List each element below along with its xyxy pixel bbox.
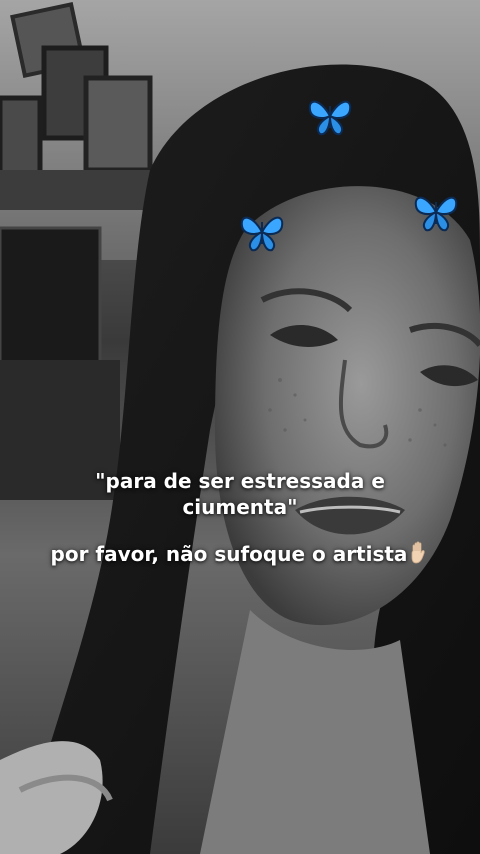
butterfly-icon xyxy=(308,100,352,136)
butterfly-icon xyxy=(414,196,458,232)
caption-plea-text: por favor, não sufoque o artista xyxy=(50,542,408,566)
background-photo xyxy=(0,0,480,854)
butterfly-icon xyxy=(240,216,284,252)
caption-quote: "para de ser estressada e ciumenta" xyxy=(95,469,385,519)
caption-plea: por favor, não sufoque o artista xyxy=(0,541,480,567)
raised-hand-icon xyxy=(412,541,426,564)
story-frame: "para de ser estressada e ciumenta" por … xyxy=(0,0,480,854)
